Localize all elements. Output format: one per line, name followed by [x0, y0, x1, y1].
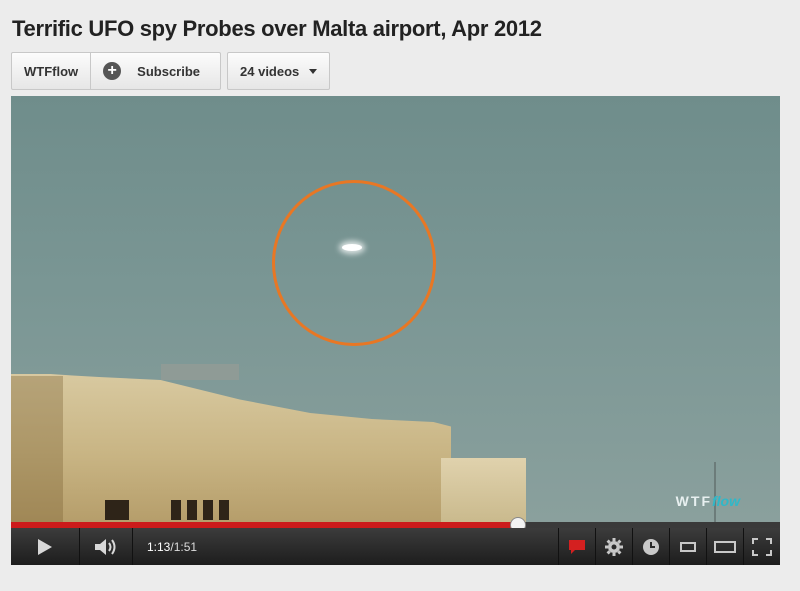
building-window [187, 500, 197, 520]
settings-button[interactable] [595, 528, 632, 565]
current-time: 1:13 [147, 539, 171, 554]
channel-watermark: WTFflow [676, 493, 740, 509]
videos-dropdown[interactable]: 24 videos [227, 52, 331, 90]
videos-count-label: 24 videos [240, 63, 300, 79]
fullscreen-button[interactable] [743, 528, 780, 565]
small-player-icon [680, 541, 696, 552]
play-icon [38, 538, 52, 555]
building-roof [161, 364, 239, 380]
building-window [171, 500, 181, 520]
highlight-circle [272, 180, 436, 346]
channel-name-button[interactable]: WTFflow [12, 53, 90, 89]
duration: 1:51 [173, 539, 198, 554]
large-player-button[interactable] [706, 528, 743, 565]
large-player-icon [714, 540, 736, 553]
watermark-text-b: flow [712, 493, 740, 509]
caret-down-icon [309, 68, 318, 74]
page-title: Terrific UFO spy Probes over Malta airpo… [12, 16, 542, 41]
volume-button[interactable] [80, 528, 133, 565]
fullscreen-icon [752, 537, 772, 556]
building-annex [441, 458, 526, 522]
videos-dropdown-button[interactable]: 24 videos [228, 53, 329, 89]
play-button[interactable] [11, 528, 80, 565]
antenna-pole [714, 462, 716, 522]
channel-bar: WTFflow + Subscribe 24 videos [11, 52, 331, 90]
video-player[interactable]: WTFflow 1:13 / 1:51 [11, 96, 780, 565]
subscribe-button[interactable]: + Subscribe [90, 53, 220, 89]
time-display: 1:13 / 1:51 [133, 528, 558, 565]
watch-later-button[interactable] [632, 528, 669, 565]
subscribe-label: Subscribe [137, 63, 201, 79]
annotations-button[interactable] [558, 528, 595, 565]
player-controls: 1:13 / 1:51 [11, 528, 780, 565]
building-window [219, 500, 229, 520]
building-shadow [11, 376, 63, 522]
watch-later-icon [643, 538, 659, 555]
building-window [105, 500, 129, 520]
annotations-icon [569, 539, 585, 554]
plus-icon: + [103, 62, 122, 80]
small-player-button[interactable] [669, 528, 706, 565]
watermark-text-a: WTF [675, 493, 712, 509]
volume-icon [95, 538, 116, 555]
settings-gear-icon [605, 537, 623, 556]
video-frame[interactable]: WTFflow [11, 96, 780, 522]
channel-button-group: WTFflow + Subscribe [11, 52, 222, 90]
building-window [203, 500, 213, 520]
building [11, 374, 451, 522]
